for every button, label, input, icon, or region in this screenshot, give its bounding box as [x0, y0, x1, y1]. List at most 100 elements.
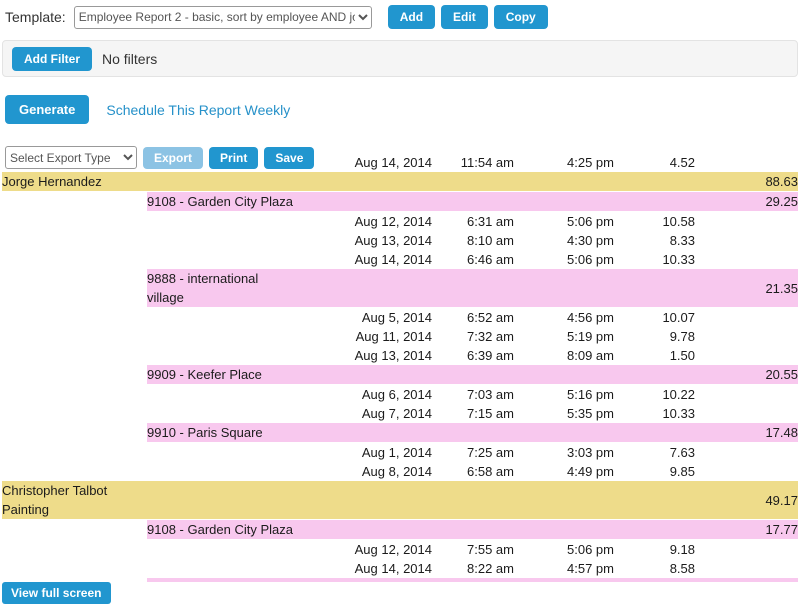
detail-spacer-cell	[147, 540, 325, 560]
add-template-button[interactable]: Add	[388, 5, 435, 29]
employee-name-cell: Jorge Hernandez	[2, 172, 147, 192]
detail-total-spacer-cell	[695, 212, 798, 232]
job-total-cell: 20.55	[695, 365, 798, 385]
start-time-cell: 7:03 am	[432, 385, 514, 405]
date-cell: Aug 12, 2014	[325, 212, 432, 232]
report-row-employee: Christopher Talbot Painting49.17	[2, 481, 798, 520]
job-indent-cell	[2, 192, 147, 212]
detail-indent-cell	[2, 404, 147, 423]
end-time-cell: 5:19 pm	[514, 327, 614, 346]
job-total-cell: 17.77	[695, 520, 798, 540]
export-button[interactable]: Export	[143, 147, 203, 169]
date-cell: Aug 13, 2014	[325, 231, 432, 250]
detail-spacer-cell	[147, 231, 325, 250]
hours-cell: 9.18	[614, 540, 695, 560]
schedule-report-link[interactable]: Schedule This Report Weekly	[106, 102, 290, 118]
detail-total-spacer-cell	[695, 404, 798, 423]
date-cell: Aug 13, 2014	[325, 346, 432, 365]
end-time-cell: 4:56 pm	[514, 308, 614, 328]
export-row: Select Export Type Export Print Save	[5, 146, 314, 169]
detail-indent-cell	[2, 308, 147, 328]
hours-cell: 1.50	[614, 346, 695, 365]
job-indent-cell	[2, 520, 147, 540]
detail-spacer-cell	[147, 308, 325, 328]
hours-cell: 9.78	[614, 327, 695, 346]
date-cell: Aug 14, 2014	[325, 158, 432, 172]
filter-panel: Add Filter No filters	[2, 40, 798, 77]
report-table-viewport[interactable]: Aug 14, 201411:54 am4:25 pm4.52Jorge Her…	[2, 158, 798, 582]
job-name-cell: 9888 - international village	[147, 269, 695, 308]
start-time-cell: 8:22 am	[432, 559, 514, 578]
employee-name-cell: Christopher Talbot Painting	[2, 481, 147, 520]
report-table: Aug 14, 201411:54 am4:25 pm4.52Jorge Her…	[2, 158, 798, 582]
print-button[interactable]: Print	[209, 147, 258, 169]
filter-status-text: No filters	[102, 51, 157, 67]
report-row-detail: Aug 1, 20147:25 am3:03 pm7.63	[2, 443, 798, 463]
detail-spacer-cell	[147, 559, 325, 578]
save-button[interactable]: Save	[264, 147, 314, 169]
end-time-cell: 5:06 pm	[514, 212, 614, 232]
footer: View full screen	[2, 582, 111, 604]
start-time-cell: 6:58 am	[432, 462, 514, 481]
detail-spacer-cell	[147, 462, 325, 481]
end-time-cell: 5:16 pm	[514, 385, 614, 405]
end-time-cell: 3:03 pm	[514, 443, 614, 463]
detail-total-spacer-cell	[695, 231, 798, 250]
end-time-cell: 4:30 pm	[514, 231, 614, 250]
start-time-cell: 6:39 am	[432, 346, 514, 365]
detail-indent-cell	[2, 443, 147, 463]
employee-spacer-cell	[147, 172, 695, 192]
template-select[interactable]: Employee Report 2 - basic, sort by emplo…	[74, 6, 372, 29]
end-time-cell: 4:25 pm	[514, 158, 614, 172]
hours-cell: 7.63	[614, 443, 695, 463]
report-row-job: 9909 - Keefer Place20.55	[2, 365, 798, 385]
copy-template-button[interactable]: Copy	[494, 5, 548, 29]
report-row-job: 9108 - Garden City Plaza17.77	[2, 520, 798, 540]
end-time-cell: 5:06 pm	[514, 540, 614, 560]
template-bar: Template: Employee Report 2 - basic, sor…	[0, 0, 800, 34]
detail-indent-cell	[2, 462, 147, 481]
report-row-detail: Aug 5, 20146:52 am4:56 pm10.07	[2, 308, 798, 328]
detail-spacer-cell	[147, 346, 325, 365]
hours-cell: 10.07	[614, 308, 695, 328]
report-row-job: 9888 - international village21.35	[2, 269, 798, 308]
detail-spacer-cell	[147, 327, 325, 346]
end-time-cell: 8:09 am	[514, 346, 614, 365]
job-total-cell: 31.40	[695, 578, 798, 582]
add-filter-button[interactable]: Add Filter	[12, 47, 92, 71]
hours-cell: 10.33	[614, 250, 695, 269]
report-row-detail: Aug 7, 20147:15 am5:35 pm10.33	[2, 404, 798, 423]
job-indent-cell	[2, 365, 147, 385]
report-row-detail: Aug 14, 20146:46 am5:06 pm10.33	[2, 250, 798, 269]
date-cell: Aug 14, 2014	[325, 559, 432, 578]
detail-total-spacer-cell	[695, 250, 798, 269]
generate-row: Generate Schedule This Report Weekly	[5, 95, 290, 124]
report-row-job: 9108 - Garden City Plaza29.25	[2, 192, 798, 212]
view-full-screen-button[interactable]: View full screen	[2, 582, 111, 604]
hours-cell: 10.33	[614, 404, 695, 423]
generate-button[interactable]: Generate	[5, 95, 89, 124]
detail-spacer-cell	[147, 250, 325, 269]
date-cell: Aug 1, 2014	[325, 443, 432, 463]
edit-template-button[interactable]: Edit	[441, 5, 488, 29]
detail-indent-cell	[2, 212, 147, 232]
start-time-cell: 6:31 am	[432, 212, 514, 232]
template-label: Template:	[5, 9, 66, 25]
detail-spacer-cell	[147, 404, 325, 423]
detail-indent-cell	[2, 540, 147, 560]
detail-indent-cell	[2, 346, 147, 365]
detail-total-spacer-cell	[695, 462, 798, 481]
export-type-select[interactable]: Select Export Type	[5, 146, 137, 169]
job-name-cell: 9909 - Keefer Place	[147, 365, 695, 385]
detail-indent-cell	[2, 385, 147, 405]
date-cell: Aug 5, 2014	[325, 308, 432, 328]
end-time-cell: 4:57 pm	[514, 559, 614, 578]
report-row-detail: Aug 12, 20147:55 am5:06 pm9.18	[2, 540, 798, 560]
start-time-cell: 6:46 am	[432, 250, 514, 269]
start-time-cell: 6:52 am	[432, 308, 514, 328]
start-time-cell: 7:32 am	[432, 327, 514, 346]
employee-total-cell: 88.63	[695, 172, 798, 192]
job-name-cell: 9910 - Paris Square	[147, 578, 695, 582]
hours-cell: 10.22	[614, 385, 695, 405]
report-row-detail: Aug 13, 20146:39 am8:09 am1.50	[2, 346, 798, 365]
